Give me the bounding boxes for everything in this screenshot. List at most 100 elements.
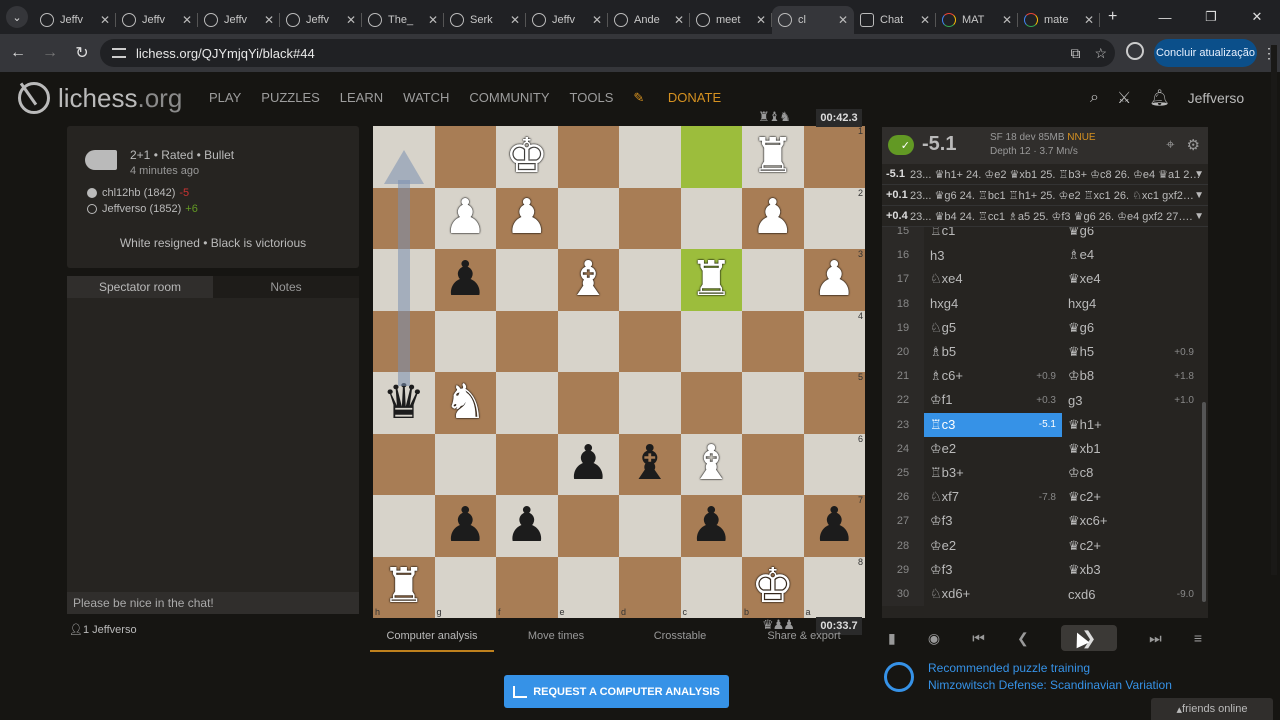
board-square[interactable]: ♟	[680, 495, 742, 557]
black-move[interactable]: g3 +1.0	[1062, 388, 1200, 412]
black-move[interactable]: ♛g6	[1062, 316, 1200, 340]
white-move[interactable]: ♘g5	[924, 316, 1062, 340]
board-square[interactable]	[373, 433, 435, 495]
opening-book-icon[interactable]: ▮	[888, 630, 896, 647]
chess-piece[interactable]: ♟	[444, 194, 487, 242]
board-square[interactable]: d	[619, 556, 681, 618]
board-square[interactable]: ♝	[619, 433, 681, 495]
board-square[interactable]: 6	[803, 433, 865, 495]
chess-piece[interactable]: ♜	[690, 255, 733, 304]
board-square[interactable]	[619, 495, 681, 557]
tab-spectator-room[interactable]: Spectator room	[67, 276, 213, 298]
board-square[interactable]	[619, 187, 681, 249]
white-move[interactable]: ♘xd6+	[924, 582, 1062, 606]
chess-piece[interactable]: ♟	[505, 194, 548, 242]
close-tab-icon[interactable]: ✕	[182, 13, 192, 27]
board-square[interactable]	[496, 372, 558, 434]
board-square[interactable]: ♜ h	[373, 556, 435, 618]
board-square[interactable]	[557, 126, 619, 188]
board-square[interactable]	[434, 433, 496, 495]
threat-target-icon[interactable]: ⌖	[1166, 136, 1174, 154]
browser-tab[interactable]: Chat ✕	[854, 6, 936, 34]
board-square[interactable]: ♜	[680, 249, 742, 311]
practice-icon[interactable]: ◉	[928, 630, 940, 647]
black-move[interactable]: cxd6 -9.0	[1062, 582, 1200, 606]
maximize-button[interactable]: ❐	[1188, 0, 1234, 34]
bookmark-star-icon[interactable]: ☆	[1094, 45, 1107, 62]
page-scrollbar[interactable]	[1271, 45, 1277, 575]
board-square[interactable]	[742, 249, 804, 311]
nav-community[interactable]: COMMUNITY	[469, 90, 549, 106]
nav-play[interactable]: PLAY	[209, 90, 241, 106]
board-square[interactable]	[557, 310, 619, 372]
update-button[interactable]: Concluir atualização	[1154, 39, 1257, 67]
white-move[interactable]: hxg4	[924, 292, 1062, 316]
white-move[interactable]: ♗b5	[924, 340, 1062, 364]
board-square[interactable]: ♟ 7	[803, 495, 865, 557]
tab-move-times[interactable]: Move times	[494, 630, 618, 652]
board-square[interactable]	[434, 310, 496, 372]
board-square[interactable]	[496, 310, 558, 372]
browser-tab[interactable]: Jeffv ✕	[116, 6, 198, 34]
nav-learn[interactable]: LEARN	[340, 90, 383, 106]
white-move[interactable]: ♔f3	[924, 509, 1062, 533]
expand-line-icon[interactable]: ▼	[1194, 211, 1204, 222]
board-square[interactable]	[619, 126, 681, 188]
board-square[interactable]: ♟	[496, 187, 558, 249]
board-square[interactable]	[680, 126, 742, 188]
chess-piece[interactable]: ♟	[567, 440, 610, 488]
white-move[interactable]: ♔f1 +0.3	[924, 388, 1062, 412]
first-move-button[interactable]: ⏮	[972, 630, 985, 647]
board-square[interactable]	[557, 495, 619, 557]
black-move[interactable]: ♛xc6+	[1062, 509, 1200, 533]
board-square[interactable]	[434, 126, 496, 188]
browser-tab[interactable]: Jeffv ✕	[280, 6, 362, 34]
menu-hamburger-icon[interactable]: ≡	[1194, 630, 1202, 646]
white-move[interactable]: ♔e2	[924, 437, 1062, 461]
chess-piece[interactable]: ♟	[813, 255, 856, 304]
chess-piece[interactable]: ♝	[567, 255, 610, 304]
white-move[interactable]: ♖c3 -5.1	[924, 412, 1062, 437]
black-move[interactable]: ♛xb1	[1062, 437, 1200, 461]
browser-tab[interactable]: Jeffv ✕	[34, 6, 116, 34]
browser-tab[interactable]: Serk ✕	[444, 6, 526, 34]
board-square[interactable]: 2	[803, 187, 865, 249]
white-move[interactable]: ♖c1	[924, 227, 1062, 243]
board-square[interactable]: e	[557, 556, 619, 618]
board-square[interactable]	[619, 372, 681, 434]
close-tab-icon[interactable]: ✕	[264, 13, 274, 27]
chess-piece[interactable]: ♟	[751, 194, 794, 242]
board-square[interactable]: ♞	[434, 372, 496, 434]
engine-line[interactable]: -5.1 23... ♛h1+ 24. ♔e2 ♛xb1 25. ♖b3+ ♔c8…	[882, 164, 1208, 185]
close-tab-icon[interactable]: ✕	[838, 13, 848, 27]
tab-crosstable[interactable]: Crosstable	[618, 630, 742, 652]
back-button[interactable]: ←	[4, 39, 32, 67]
black-move[interactable]: ♛c2+	[1062, 485, 1200, 509]
board-square[interactable]: 1	[803, 126, 865, 188]
close-tab-icon[interactable]: ✕	[510, 13, 520, 27]
chess-piece[interactable]: ♚	[751, 563, 794, 611]
request-analysis-button[interactable]: REQUEST A COMPUTER ANALYSIS	[504, 675, 729, 708]
close-window-button[interactable]: ✕	[1234, 0, 1280, 34]
chess-piece[interactable]: ♟	[505, 501, 548, 550]
chat-input[interactable]: Please be nice in the chat!	[67, 592, 359, 614]
white-move[interactable]: ♔e2	[924, 534, 1062, 558]
profile-icon[interactable]	[1126, 42, 1144, 60]
board-square[interactable]: ♟ 3	[803, 249, 865, 311]
board-square[interactable]: ♟	[496, 495, 558, 557]
chess-board[interactable]: ♚ ♜ 1 ♟ ♟ ♟ 2 ♟ ♝ ♜ ♟ 3 4 ♛ ♞ 5 ♟ ♝ ♝ 6 ♟ ♟ ♟ ♟ 7 ♜ h g f e d c ♚ b 8 a	[373, 126, 865, 618]
player-black[interactable]: Jeffverso (1852) +6	[87, 203, 198, 215]
board-square[interactable]: g	[434, 556, 496, 618]
board-square[interactable]	[680, 187, 742, 249]
close-tab-icon[interactable]: ✕	[592, 13, 602, 27]
reload-button[interactable]: ↻	[68, 39, 96, 67]
board-square[interactable]	[742, 433, 804, 495]
chess-piece[interactable]: ♟	[444, 501, 487, 550]
engine-line[interactable]: +0.1 23... ♛g6 24. ♖bc1 ♖h1+ 25. ♔e2 ♖xc1…	[882, 185, 1208, 206]
white-move[interactable]: ♔f3	[924, 558, 1062, 582]
chess-piece[interactable]: ♟	[690, 501, 733, 550]
board-square[interactable]: 4	[803, 310, 865, 372]
board-square[interactable]	[557, 372, 619, 434]
board-square[interactable]	[742, 495, 804, 557]
tab-computer-analysis[interactable]: Computer analysis	[370, 630, 494, 652]
